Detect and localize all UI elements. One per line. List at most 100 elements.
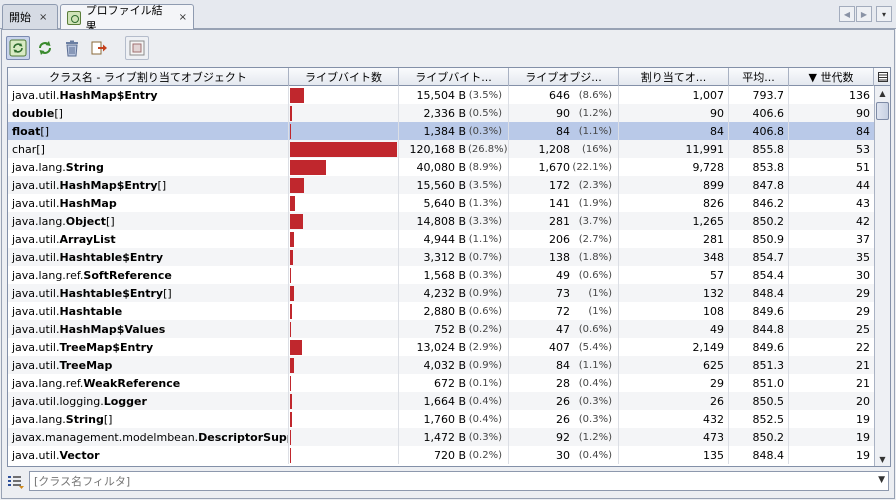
- vertical-scrollbar[interactable]: ▲ ▼: [874, 86, 890, 466]
- table-row[interactable]: java.util.logging. Logger 1,664 B (0.4%) 26 (…: [8, 392, 876, 410]
- run-gc-button[interactable]: [60, 36, 84, 60]
- live-bytes-value: 13,024 B: [416, 340, 466, 354]
- col-average-age[interactable]: 平均...: [729, 68, 789, 86]
- class-suffix: char[]: [12, 142, 45, 156]
- table-row[interactable]: java.util. Hashtable 2,880 B (0.6%) 72 (1%) 10…: [8, 302, 876, 320]
- tab-scroll-right-icon[interactable]: ▶: [856, 6, 872, 22]
- tab-start[interactable]: 開始 ×: [2, 4, 58, 29]
- live-bytes-bar-cell: [289, 86, 399, 104]
- live-objects-value: 47: [556, 322, 570, 336]
- table-row[interactable]: java.lang. Object[] 14,808 B (3.3%) 281 (3.7%…: [8, 212, 876, 230]
- live-bytes-cell: 40,080 B (8.9%): [399, 158, 509, 176]
- live-bytes-bar: [290, 105, 292, 121]
- average-age-cell: 793.7: [729, 86, 789, 104]
- class-name-cell: java.util. TreeMap$Entry: [8, 338, 289, 356]
- filter-icon[interactable]: [7, 473, 25, 489]
- table-row[interactable]: java.lang. String 40,080 B (8.9%) 1,670 (22.1…: [8, 158, 876, 176]
- table-row[interactable]: java.util. HashMap$Entry[] 15,560 B (3.5%) 1…: [8, 176, 876, 194]
- table-row[interactable]: java.lang. String[] 1,760 B (0.4%) 26 (0.3%) 4…: [8, 410, 876, 428]
- live-objects-percent: (2.3%): [578, 179, 612, 191]
- snapshot-button[interactable]: [125, 36, 149, 60]
- live-objects-value: 646: [549, 88, 570, 102]
- col-allocated-objects[interactable]: 割り当てオ...: [619, 68, 729, 86]
- live-objects-percent: (16%): [581, 143, 612, 155]
- table-row[interactable]: java.util. TreeMap 4,032 B (0.9%) 84 (1.1%) 62…: [8, 356, 876, 374]
- table-row[interactable]: java.util. Hashtable$Entry[] 4,232 B (0.9%)…: [8, 284, 876, 302]
- table-row[interactable]: java.util. HashMap 5,640 B (1.3%) 141 (1.9%) 8…: [8, 194, 876, 212]
- col-live-objects[interactable]: ライブオブジ...: [509, 68, 619, 86]
- class-name-cell: float[]: [8, 122, 289, 140]
- class-name-cell: java.util. TreeMap: [8, 356, 289, 374]
- table-row[interactable]: java.util. Hashtable$Entry 3,312 B (0.7%) 13…: [8, 248, 876, 266]
- scroll-down-icon[interactable]: ▼: [875, 452, 890, 466]
- average-age-cell: 850.5: [729, 392, 789, 410]
- live-bytes-bar: [290, 177, 304, 193]
- generations-cell: 20: [856, 394, 870, 408]
- class-name-filter-input[interactable]: [34, 472, 874, 490]
- column-chooser-icon[interactable]: [874, 68, 890, 86]
- live-bytes-value: 1,568 B: [423, 268, 466, 282]
- class-name-cell: java.util. HashMap: [8, 194, 289, 212]
- live-objects-value: 407: [549, 340, 570, 354]
- allocated-objects-cell: 11,991: [619, 140, 729, 158]
- table-row[interactable]: java.lang.ref. SoftReference 1,568 B (0.3%)…: [8, 266, 876, 284]
- class-suffix: []: [103, 412, 113, 426]
- table-row[interactable]: java.util. ArrayList 4,944 B (1.1%) 206 (2.7%…: [8, 230, 876, 248]
- tab-start-close-icon[interactable]: ×: [39, 12, 47, 23]
- allocated-objects-cell: 135: [619, 446, 729, 464]
- generations-cell: 51: [856, 160, 870, 174]
- tab-profile-results[interactable]: プロファイル結果 ×: [60, 4, 194, 33]
- live-bytes-bar: [290, 393, 292, 409]
- scrollbar-thumb[interactable]: [876, 102, 889, 120]
- allocated-objects-cell: 281: [619, 230, 729, 248]
- table-row[interactable]: java.util. HashMap$Values 752 B (0.2%) 47 (0.…: [8, 320, 876, 338]
- package-name: java.lang.ref.: [12, 268, 84, 282]
- average-age-cell: 844.8: [729, 320, 789, 338]
- live-bytes-bar: [290, 411, 292, 427]
- col-generations[interactable]: ▼ 世代数: [789, 68, 874, 86]
- trash-icon: [66, 40, 78, 57]
- table-row[interactable]: java.util. HashMap$Entry 15,504 B (3.5%) 646…: [8, 86, 876, 104]
- live-bytes-value: 4,232 B: [423, 286, 466, 300]
- package-name: java.util.: [12, 322, 60, 336]
- allocated-objects-cell: 57: [619, 266, 729, 284]
- live-objects-percent: (1.2%): [578, 431, 612, 443]
- table-row[interactable]: float[] 1,384 B (0.3%) 84 (1.1%) 84 406.8 84: [8, 122, 876, 140]
- live-bytes-cell: 1,664 B (0.4%): [399, 392, 509, 410]
- tab-list-menu-icon[interactable]: ▾: [876, 6, 892, 22]
- col-live-bytes[interactable]: ライブバイト...: [399, 68, 509, 86]
- take-snapshot-button[interactable]: [87, 36, 111, 60]
- allocated-objects-cell: 49: [619, 320, 729, 338]
- refresh-button[interactable]: [33, 36, 57, 60]
- table-row[interactable]: char[] 120,168 B (26.8%) 1,208 (16%) 11,991 85…: [8, 140, 876, 158]
- table-row[interactable]: java.util. Vector 720 B (0.2%) 30 (0.4%) 135 84…: [8, 446, 876, 464]
- generations-cell: 90: [856, 106, 870, 120]
- class-name: Logger: [103, 394, 147, 408]
- tab-scroll-left-icon[interactable]: ◀: [839, 6, 855, 22]
- scroll-up-icon[interactable]: ▲: [875, 86, 890, 101]
- table-row[interactable]: java.lang.ref. WeakReference 672 B (0.1%) 28…: [8, 374, 876, 392]
- filter-history-dropdown-icon[interactable]: ▼: [878, 475, 885, 485]
- live-bytes-bar: [290, 87, 304, 103]
- live-bytes-cell: 720 B (0.2%): [399, 446, 509, 464]
- class-name: HashMap$Entry: [59, 88, 158, 102]
- live-bytes-percent: (0.6%): [468, 305, 502, 317]
- col-live-bytes-bar[interactable]: ライブバイト数: [289, 68, 399, 86]
- col-class-name[interactable]: クラス名 - ライブ割り当てオブジェクト: [8, 68, 289, 86]
- tab-profile-results-close-icon[interactable]: ×: [179, 12, 187, 23]
- class-name-cell: java.util. HashMap$Entry[]: [8, 176, 289, 194]
- table-row[interactable]: javax.management.modelmbean. DescriptorSu…: [8, 428, 876, 446]
- class-name-cell: java.util. Vector: [8, 446, 289, 464]
- class-name-filter[interactable]: ▼: [29, 471, 889, 491]
- generations-cell: 21: [856, 358, 870, 372]
- table-row[interactable]: double[] 2,336 B (0.5%) 90 (1.2%) 90 406.6 90: [8, 104, 876, 122]
- package-name: java.util.logging.: [12, 394, 104, 408]
- table-row[interactable]: java.util. TreeMap$Entry 13,024 B (2.9%) 407…: [8, 338, 876, 356]
- snapshot-icon: [129, 40, 145, 56]
- live-bytes-cell: 15,504 B (3.5%): [399, 86, 509, 104]
- auto-refresh-button[interactable]: [6, 36, 30, 60]
- generations-cell: 43: [856, 196, 870, 210]
- live-objects-value: 281: [549, 214, 570, 228]
- live-bytes-value: 4,944 B: [423, 232, 466, 246]
- live-bytes-bar: [290, 123, 291, 139]
